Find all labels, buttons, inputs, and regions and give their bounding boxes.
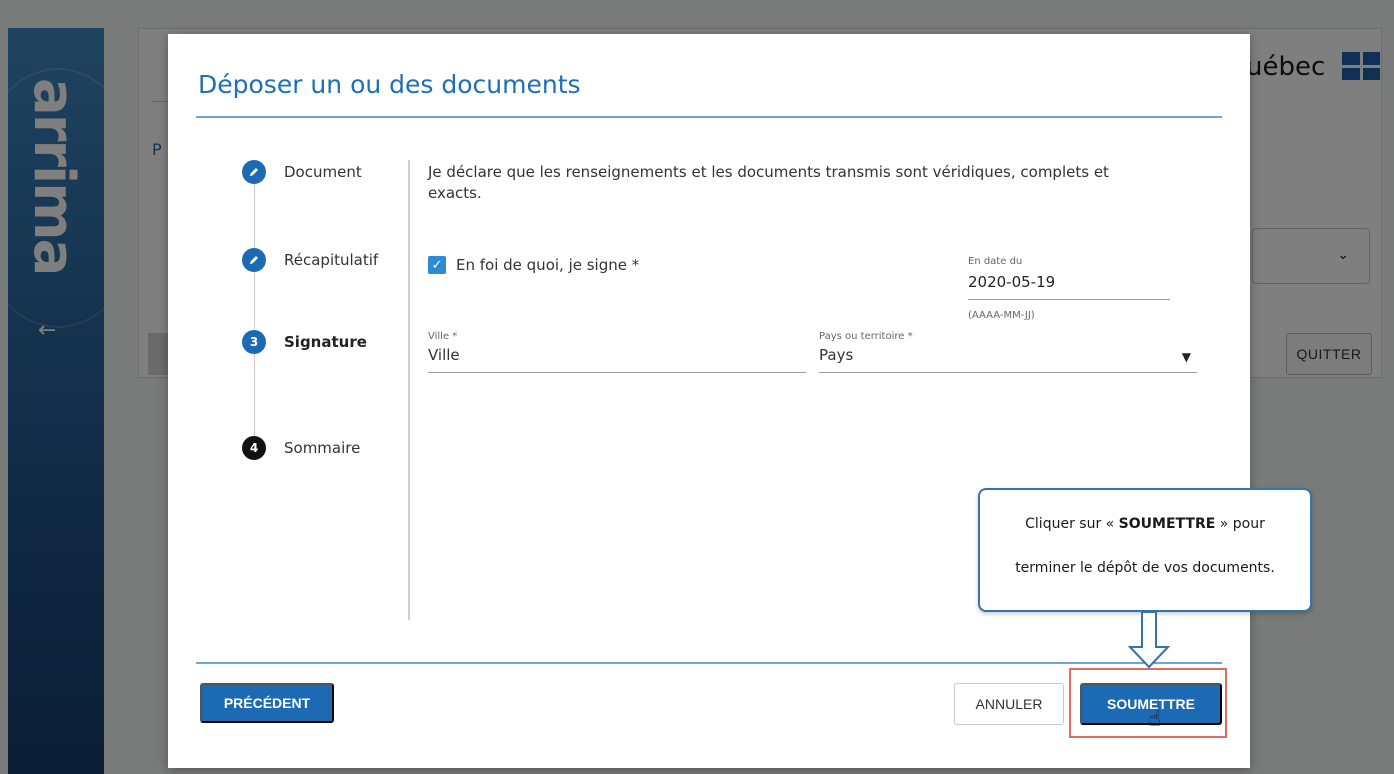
callout-text-pre: Cliquer sur «: [1025, 516, 1119, 532]
previous-button[interactable]: PRÉCÉDENT: [200, 683, 334, 723]
down-arrow-icon: [1128, 611, 1170, 669]
cancel-button[interactable]: ANNULER: [954, 683, 1064, 725]
sign-checkbox[interactable]: ✓: [428, 256, 446, 274]
step-label: Signature: [284, 333, 367, 351]
upload-documents-modal: Déposer un ou des documents Document Réc…: [168, 34, 1250, 768]
date-field[interactable]: En date du 2020-05-19 (AAAA-MM-JJ): [968, 256, 1170, 321]
stepper: Document Récapitulatif 3 Signature 4 Som…: [238, 160, 408, 490]
sign-checkbox-label[interactable]: En foi de quoi, je signe *: [456, 256, 639, 274]
pays-label: Pays ou territoire *: [819, 331, 913, 342]
step-document[interactable]: Document: [242, 160, 362, 184]
footer-divider: [196, 662, 1222, 664]
step-signature[interactable]: 3 Signature: [242, 330, 367, 354]
step-recapitulatif[interactable]: Récapitulatif: [242, 248, 378, 272]
pays-value: Pays: [819, 346, 854, 364]
modal-title: Déposer un ou des documents: [198, 70, 581, 99]
step-number: 4: [242, 436, 266, 460]
caret-down-icon: ▼: [1181, 350, 1191, 364]
step-label: Récapitulatif: [284, 251, 379, 269]
date-label: En date du: [968, 256, 1023, 267]
date-input[interactable]: 2020-05-19: [968, 273, 1170, 300]
pays-field[interactable]: Pays ou territoire * Pays ▼: [819, 331, 1197, 373]
instruction-callout: Cliquer sur « SOUMETTRE » pour terminer …: [978, 488, 1312, 612]
pays-select[interactable]: Pays ▼: [819, 346, 1197, 373]
pencil-icon: [242, 248, 266, 272]
callout-text-bold: SOUMETTRE: [1118, 516, 1216, 532]
pencil-icon: [242, 160, 266, 184]
callout-line-2: terminer le dépôt de vos documents.: [1015, 560, 1275, 576]
callout-text-post: » pour: [1215, 516, 1265, 532]
callout-line-1: Cliquer sur « SOUMETTRE » pour: [980, 516, 1310, 532]
stepper-line: [254, 180, 255, 450]
declaration-text: Je déclare que les renseignements et les…: [428, 163, 1109, 202]
step-number: 3: [242, 330, 266, 354]
step-label: Document: [284, 163, 362, 181]
stepper-divider: [408, 160, 410, 620]
step-label: Sommaire: [284, 439, 361, 457]
ville-field[interactable]: Ville * Ville: [428, 331, 806, 373]
ville-input[interactable]: Ville: [428, 346, 806, 373]
sign-checkbox-row[interactable]: ✓ En foi de quoi, je signe *: [428, 256, 639, 274]
date-format-hint: (AAAA-MM-JJ): [968, 310, 1035, 321]
hand-cursor-icon: ☝: [1148, 707, 1162, 732]
ville-label: Ville *: [428, 331, 458, 342]
title-divider: [196, 116, 1222, 118]
step-sommaire[interactable]: 4 Sommaire: [242, 436, 360, 460]
